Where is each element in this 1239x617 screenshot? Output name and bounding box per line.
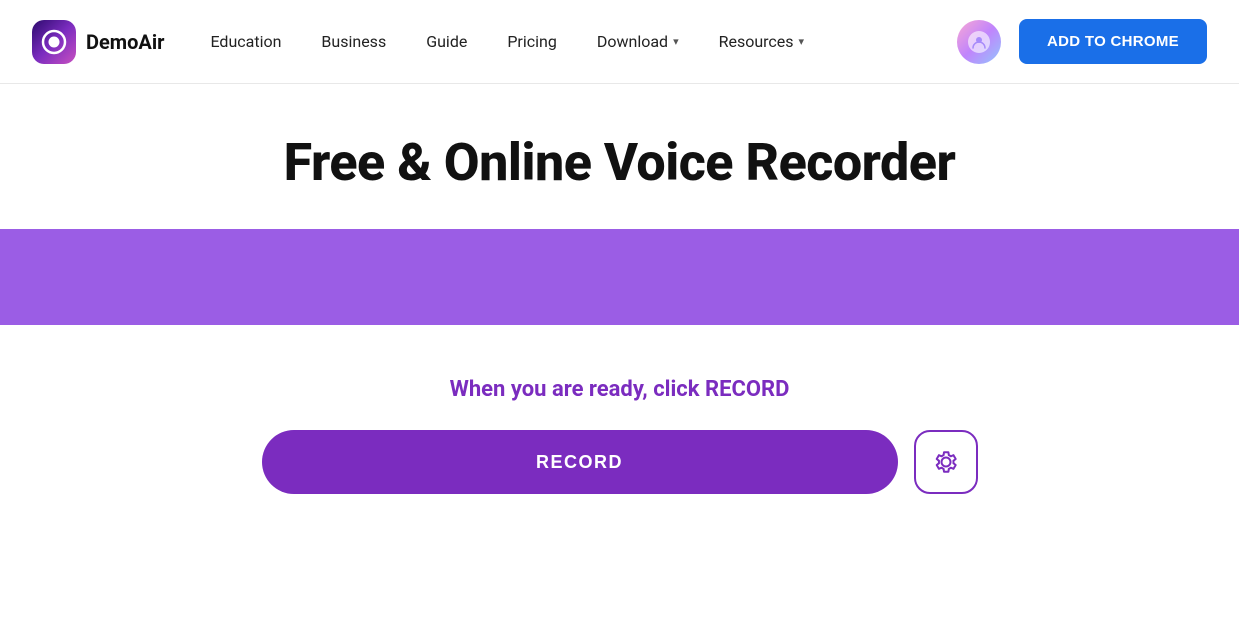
- record-button[interactable]: RECORD: [262, 430, 898, 494]
- brand-name: DemoAir: [86, 30, 164, 54]
- avatar-button[interactable]: [957, 20, 1001, 64]
- nav-item-resources[interactable]: Resources ▾: [701, 24, 822, 59]
- nav-item-download[interactable]: Download ▾: [579, 24, 697, 59]
- page-title-section: Free & Online Voice Recorder: [252, 84, 988, 229]
- avatar-icon: [968, 31, 990, 53]
- nav-items: Education Business Guide Pricing Downloa…: [192, 24, 957, 59]
- gear-icon: [931, 447, 961, 477]
- nav-right: ADD TO CHROME: [957, 19, 1207, 64]
- nav-item-pricing[interactable]: Pricing: [489, 24, 575, 59]
- nav-logo[interactable]: DemoAir: [32, 20, 164, 64]
- page-title: Free & Online Voice Recorder: [284, 132, 956, 193]
- main-content: Free & Online Voice Recorder When you ar…: [0, 84, 1239, 534]
- nav-item-guide[interactable]: Guide: [408, 24, 485, 59]
- download-chevron-icon: ▾: [673, 35, 679, 48]
- record-section: When you are ready, click RECORD RECORD: [230, 325, 1010, 534]
- record-controls: RECORD: [262, 430, 978, 494]
- add-to-chrome-button[interactable]: ADD TO CHROME: [1019, 19, 1207, 64]
- logo-icon: [32, 20, 76, 64]
- nav-item-education[interactable]: Education: [192, 24, 299, 59]
- settings-button[interactable]: [914, 430, 978, 494]
- nav-item-business[interactable]: Business: [303, 24, 404, 59]
- resources-chevron-icon: ▾: [799, 35, 805, 48]
- ready-text: When you are ready, click RECORD: [450, 377, 790, 402]
- navbar: DemoAir Education Business Guide Pricing…: [0, 0, 1239, 84]
- purple-banner: [0, 229, 1239, 325]
